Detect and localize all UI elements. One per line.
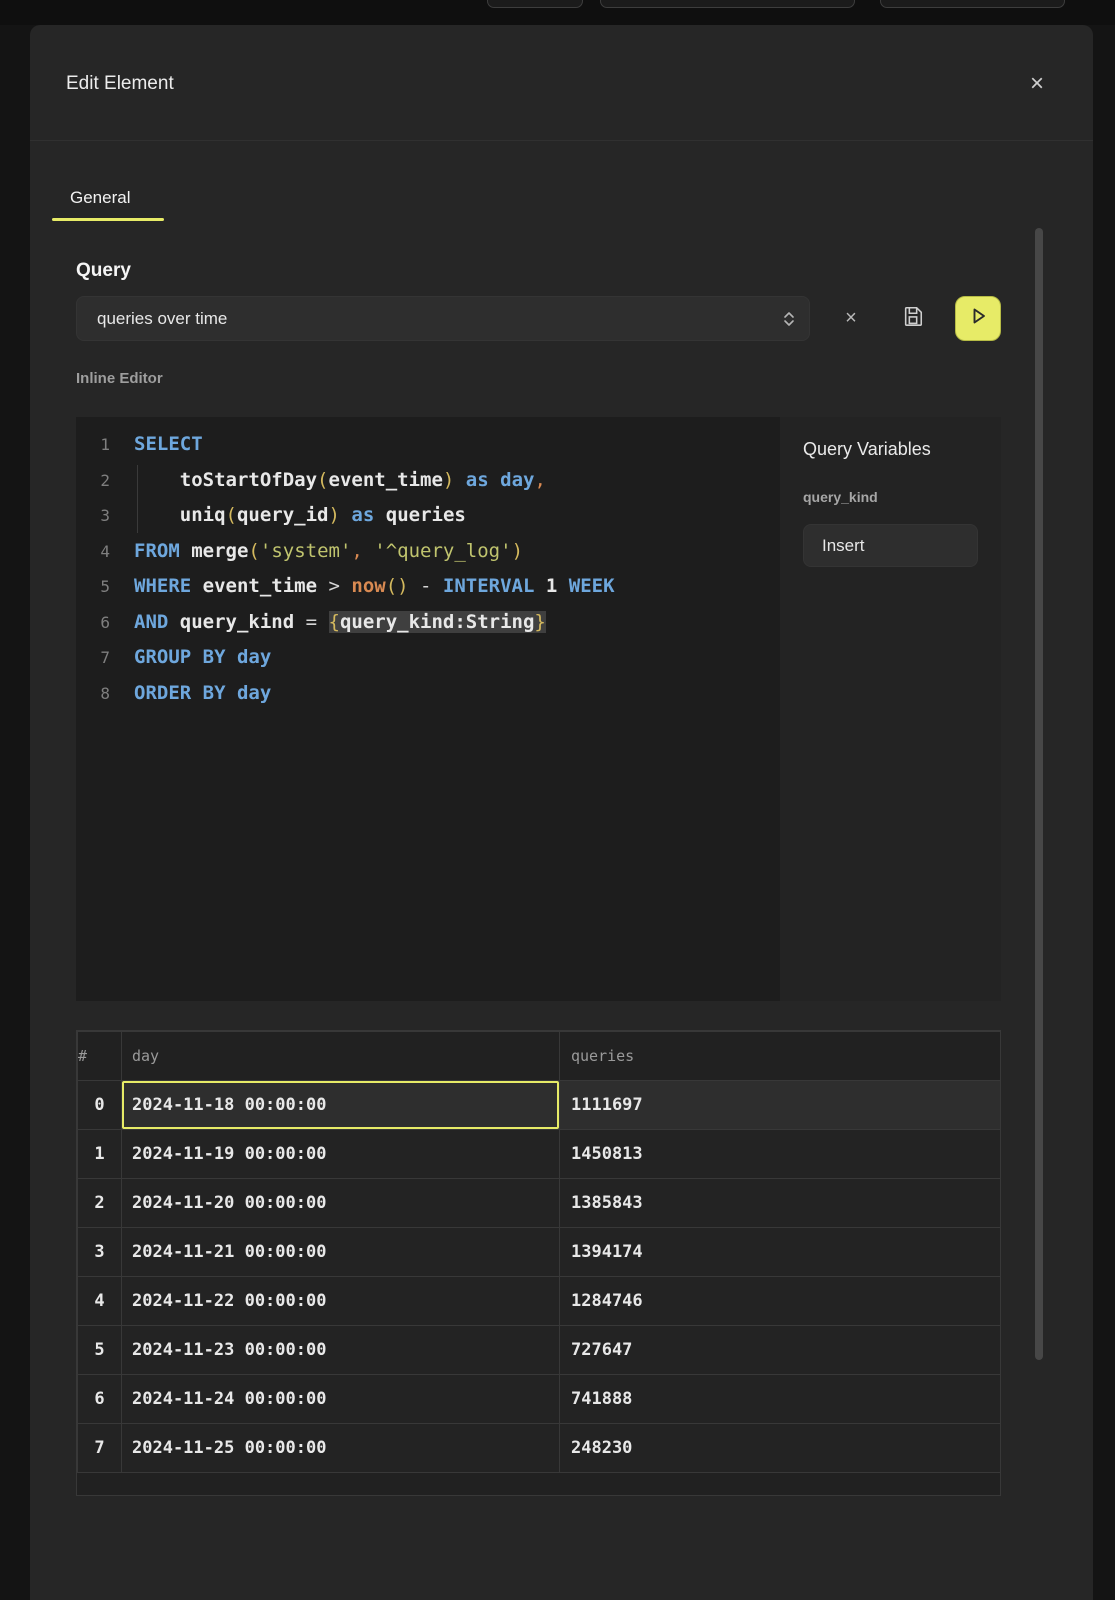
row-index-cell: 6 bbox=[78, 1375, 122, 1424]
results-body: 02024-11-18 00:00:00111169712024-11-19 0… bbox=[78, 1081, 1001, 1473]
row-index-cell: 2 bbox=[78, 1179, 122, 1228]
play-icon bbox=[966, 304, 990, 333]
table-row: 52024-11-23 00:00:00727647 bbox=[78, 1326, 1001, 1375]
query-variables-panel: Query Variables query_kind Insert bbox=[780, 417, 1001, 1001]
sql-editor-block: 1SELECT2 toStartOfDay(event_time) as day… bbox=[76, 417, 1001, 1001]
day-cell[interactable]: 2024-11-20 00:00:00 bbox=[122, 1179, 560, 1228]
edit-element-modal: Edit Element × General Query queries ove… bbox=[30, 25, 1093, 1600]
table-header-row: # day queries bbox=[78, 1032, 1001, 1081]
line-number: 1 bbox=[76, 427, 110, 463]
line-number: 4 bbox=[76, 534, 110, 570]
close-icon[interactable]: × bbox=[1022, 69, 1052, 99]
line-number: 5 bbox=[76, 569, 110, 605]
code-line: 2 toStartOfDay(event_time) as day, bbox=[76, 463, 780, 499]
row-index-cell: 4 bbox=[78, 1277, 122, 1326]
chevron-up-down-icon bbox=[782, 309, 796, 334]
line-number: 3 bbox=[76, 498, 110, 534]
row-index-cell: 0 bbox=[78, 1081, 122, 1130]
table-row: 02024-11-18 00:00:001111697 bbox=[78, 1081, 1001, 1130]
row-index-cell: 5 bbox=[78, 1326, 122, 1375]
code-lines: 1SELECT2 toStartOfDay(event_time) as day… bbox=[76, 427, 780, 711]
day-cell[interactable]: 2024-11-25 00:00:00 bbox=[122, 1424, 560, 1473]
code-line: 4FROM merge('system', '^query_log') bbox=[76, 534, 780, 570]
table-row: 22024-11-20 00:00:001385843 bbox=[78, 1179, 1001, 1228]
code-line: 1SELECT bbox=[76, 427, 780, 463]
line-number: 8 bbox=[76, 676, 110, 712]
results-table: # day queries 02024-11-18 00:00:00111169… bbox=[77, 1031, 1001, 1473]
queries-cell[interactable]: 1385843 bbox=[560, 1179, 1001, 1228]
queries-cell[interactable]: 248230 bbox=[560, 1424, 1001, 1473]
day-cell[interactable]: 2024-11-18 00:00:00 bbox=[122, 1081, 560, 1130]
clear-query-button[interactable]: × bbox=[835, 302, 867, 334]
indent-guide bbox=[137, 465, 138, 533]
sql-code-editor[interactable]: 1SELECT2 toStartOfDay(event_time) as day… bbox=[76, 417, 780, 1001]
query-select-value: queries over time bbox=[97, 309, 227, 329]
floppy-save-icon bbox=[902, 305, 924, 332]
table-row: 72024-11-25 00:00:00248230 bbox=[78, 1424, 1001, 1473]
queries-cell[interactable]: 741888 bbox=[560, 1375, 1001, 1424]
line-number: 2 bbox=[76, 463, 110, 499]
column-header-day: day bbox=[122, 1032, 560, 1081]
table-row: 32024-11-21 00:00:001394174 bbox=[78, 1228, 1001, 1277]
page-title: Edit Element bbox=[66, 72, 174, 96]
day-cell[interactable]: 2024-11-24 00:00:00 bbox=[122, 1375, 560, 1424]
line-number: 6 bbox=[76, 605, 110, 641]
row-index-cell: 7 bbox=[78, 1424, 122, 1473]
query-toolbar: queries over time × bbox=[76, 296, 1001, 341]
inline-editor-label: Inline Editor bbox=[76, 370, 163, 387]
modal-scrollbar[interactable] bbox=[1035, 228, 1043, 1360]
day-cell[interactable]: 2024-11-19 00:00:00 bbox=[122, 1130, 560, 1179]
top-bar bbox=[0, 0, 1115, 25]
header-divider bbox=[30, 140, 1093, 141]
topbar-button-fragment[interactable] bbox=[880, 0, 1065, 8]
variable-name-label: query_kind bbox=[803, 489, 878, 505]
queries-cell[interactable]: 1111697 bbox=[560, 1081, 1001, 1130]
tab-active-underline bbox=[52, 218, 164, 221]
row-index-cell: 1 bbox=[78, 1130, 122, 1179]
code-line: 5WHERE event_time > now() - INTERVAL 1 W… bbox=[76, 569, 780, 605]
topbar-button-fragment[interactable] bbox=[487, 0, 583, 8]
save-query-button[interactable] bbox=[897, 302, 929, 334]
code-line: 8ORDER BY day bbox=[76, 676, 780, 712]
line-number: 7 bbox=[76, 640, 110, 676]
query-select[interactable]: queries over time bbox=[76, 296, 810, 341]
table-row: 12024-11-19 00:00:001450813 bbox=[78, 1130, 1001, 1179]
results-table-container: # day queries 02024-11-18 00:00:00111169… bbox=[76, 1030, 1001, 1496]
query-variables-heading: Query Variables bbox=[803, 439, 931, 460]
run-query-button[interactable] bbox=[955, 296, 1001, 341]
day-cell[interactable]: 2024-11-22 00:00:00 bbox=[122, 1277, 560, 1326]
code-line: 7GROUP BY day bbox=[76, 640, 780, 676]
column-header-index: # bbox=[78, 1032, 122, 1081]
queries-cell[interactable]: 1394174 bbox=[560, 1228, 1001, 1277]
queries-cell[interactable]: 727647 bbox=[560, 1326, 1001, 1375]
queries-cell[interactable]: 1284746 bbox=[560, 1277, 1001, 1326]
code-line: 6AND query_kind = {query_kind:String} bbox=[76, 605, 780, 641]
query-section-heading: Query bbox=[76, 260, 131, 282]
queries-cell[interactable]: 1450813 bbox=[560, 1130, 1001, 1179]
row-index-cell: 3 bbox=[78, 1228, 122, 1277]
table-row: 42024-11-22 00:00:001284746 bbox=[78, 1277, 1001, 1326]
insert-variable-button[interactable]: Insert bbox=[803, 524, 978, 567]
day-cell[interactable]: 2024-11-21 00:00:00 bbox=[122, 1228, 560, 1277]
topbar-button-fragment[interactable] bbox=[600, 0, 855, 8]
day-cell[interactable]: 2024-11-23 00:00:00 bbox=[122, 1326, 560, 1375]
table-row: 62024-11-24 00:00:00741888 bbox=[78, 1375, 1001, 1424]
column-header-queries: queries bbox=[560, 1032, 1001, 1081]
code-line: 3 uniq(query_id) as queries bbox=[76, 498, 780, 534]
tab-general[interactable]: General bbox=[52, 177, 148, 218]
